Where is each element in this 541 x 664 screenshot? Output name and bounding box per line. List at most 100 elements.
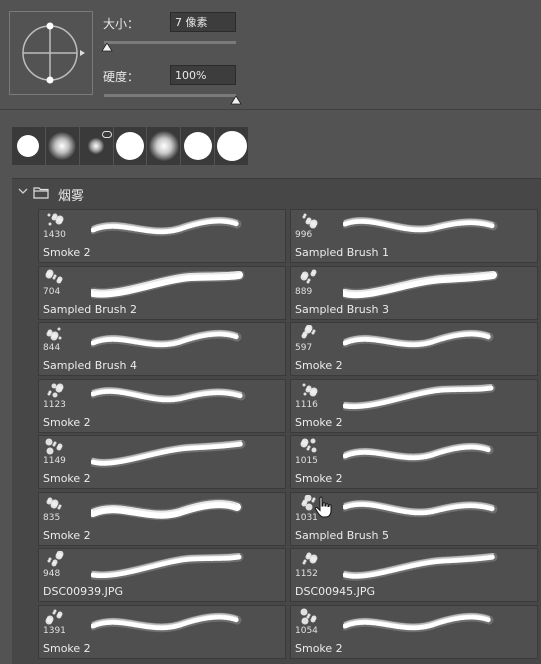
brush-preset-item[interactable]: 1430 Smoke 2 (38, 209, 286, 263)
brush-preset-item[interactable]: 1391 Smoke 2 (38, 604, 286, 659)
brush-presets-list[interactable]: 烟雾 1430 Smoke 2 996 Sampled Brush 1 704 Sampl… (12, 178, 541, 664)
brush-size: 1152 (295, 569, 318, 579)
brush-name: Smoke 2 (43, 528, 91, 542)
smoke-thumbnail-icon (47, 213, 64, 226)
smoke-thumbnail-icon (300, 269, 317, 283)
brush-stroke-preview (91, 386, 246, 404)
brush-preset-item[interactable]: 1152 DSC00945.JPG (290, 548, 538, 602)
brush-preset-item[interactable]: 1054 Smoke 2 (290, 604, 538, 659)
brush-stroke-preview (343, 612, 494, 632)
brush-preset-item[interactable]: 1015 Smoke 2 (290, 435, 538, 489)
brush-name: Sampled Brush 4 (43, 359, 137, 372)
smoke-thumbnail-icon (45, 269, 63, 283)
brush-preset-item[interactable]: 948 DSC00939.JPG (38, 548, 286, 602)
smoke-thumbnail-icon (302, 213, 318, 229)
brush-size: 1054 (295, 625, 318, 636)
brush-name: DSC00945.JPG (295, 585, 376, 598)
brush-tip-airbrush[interactable] (79, 127, 113, 165)
brush-name: Smoke 2 (43, 472, 91, 485)
brush-size: 704 (43, 286, 61, 297)
brush-group-header[interactable]: 烟雾 (12, 179, 541, 206)
hard-round-tip-icon (17, 135, 40, 157)
hardness-label: 硬度： (103, 70, 140, 84)
brush-stroke-preview (91, 612, 242, 632)
brush-tip-hard-round-3[interactable] (215, 127, 249, 165)
brush-tip-hard-round-large[interactable] (113, 127, 147, 165)
section-divider (0, 109, 541, 110)
chevron-down-icon[interactable] (18, 186, 28, 196)
brush-size: 948 (43, 569, 61, 579)
airbrush-marker-icon (101, 131, 112, 138)
brush-stroke-preview (91, 270, 245, 299)
hard-round-large-tip-icon (116, 132, 144, 160)
brush-stroke-preview (91, 329, 242, 350)
brush-stroke-preview (343, 216, 498, 235)
brush-size: 889 (295, 286, 313, 297)
brush-size: 996 (295, 230, 313, 240)
size-slider-track[interactable] (104, 41, 236, 44)
smoke-thumbnail-icon (302, 552, 318, 565)
brush-settings: 大小： 7 像素 硬度： 100% (0, 0, 541, 110)
brush-name: Smoke 2 (295, 472, 343, 485)
brush-angle-roundness-preview[interactable] (9, 11, 93, 95)
size-input[interactable]: 7 像素 (170, 12, 236, 32)
smoke-thumbnail-icon (47, 551, 64, 567)
soft-round-large-tip-icon (148, 131, 179, 161)
hard-round-tip-icon (216, 131, 247, 161)
brush-tip-soft-round[interactable] (45, 127, 79, 165)
brush-preset-item[interactable]: 835 Smoke 2 (38, 491, 286, 546)
smoke-thumbnail-icon (46, 497, 62, 509)
brush-tip-hard-round[interactable] (12, 127, 45, 165)
brush-size: 1430 (43, 230, 66, 240)
smoke-thumbnail-icon (45, 438, 63, 455)
hard-round-tip-icon (183, 132, 212, 160)
smoke-thumbnail-icon (45, 609, 63, 624)
brush-size: 1391 (43, 625, 66, 636)
brush-name: Sampled Brush 5 (295, 528, 389, 542)
brush-stroke-preview (91, 440, 246, 468)
brush-name: Smoke 2 (43, 415, 91, 429)
brush-tip-soft-round-large[interactable] (147, 127, 181, 165)
brush-size: 597 (295, 343, 313, 353)
brush-name: Smoke 2 (295, 359, 343, 372)
brush-preset-item[interactable]: 844 Sampled Brush 4 (38, 322, 286, 376)
brush-stroke-preview (343, 270, 499, 300)
brush-stroke-preview (343, 442, 494, 463)
brush-name: Smoke 2 (43, 641, 91, 655)
brush-stroke-preview (91, 216, 242, 237)
smoke-thumbnail-icon (301, 325, 316, 339)
brush-name: DSC00939.JPG (43, 585, 124, 598)
brush-preset-item[interactable]: 1116 Smoke 2 (290, 378, 538, 433)
brush-preset-item[interactable]: 597 Smoke 2 (290, 322, 538, 376)
brush-size: 1123 (43, 399, 66, 410)
brush-preset-item[interactable]: 704 Sampled Brush 2 (38, 265, 286, 320)
soft-round-tip-icon (48, 132, 77, 160)
hardness-input[interactable]: 100% (170, 65, 236, 85)
folder-icon (33, 187, 49, 199)
brush-preset-item[interactable]: 889 Sampled Brush 3 (290, 265, 538, 320)
brush-name: Smoke 2 (295, 415, 343, 429)
brush-stroke-preview (91, 553, 244, 581)
brush-stroke-preview (91, 498, 243, 520)
brush-name: Sampled Brush 3 (295, 302, 389, 316)
brush-size: 835 (43, 512, 61, 523)
brush-preset-item[interactable]: 996 Sampled Brush 1 (290, 209, 538, 263)
hand-cursor-icon (314, 496, 332, 518)
smoke-thumbnail-icon (300, 608, 317, 624)
brush-name: Sampled Brush 1 (295, 246, 389, 259)
brush-name: Smoke 2 (295, 641, 343, 655)
brush-size: 1116 (295, 399, 318, 410)
hardness-slider-track[interactable] (104, 94, 236, 97)
brush-name: Smoke 2 (43, 246, 91, 259)
smoke-thumbnail-icon (47, 383, 64, 397)
brush-stroke-preview (343, 499, 498, 517)
brush-preset-item[interactable]: 1123 Smoke 2 (38, 378, 286, 433)
brush-stroke-preview (343, 553, 498, 581)
recent-brush-tips (12, 127, 249, 165)
airbrush-tip-icon (88, 138, 105, 154)
brush-stroke-preview (343, 329, 494, 350)
brush-tip-hard-round-2[interactable] (181, 127, 215, 165)
smoke-thumbnail-icon (302, 383, 318, 396)
brush-preset-item[interactable]: 1149 Smoke 2 (38, 435, 286, 489)
brush-size: 1149 (43, 456, 66, 466)
